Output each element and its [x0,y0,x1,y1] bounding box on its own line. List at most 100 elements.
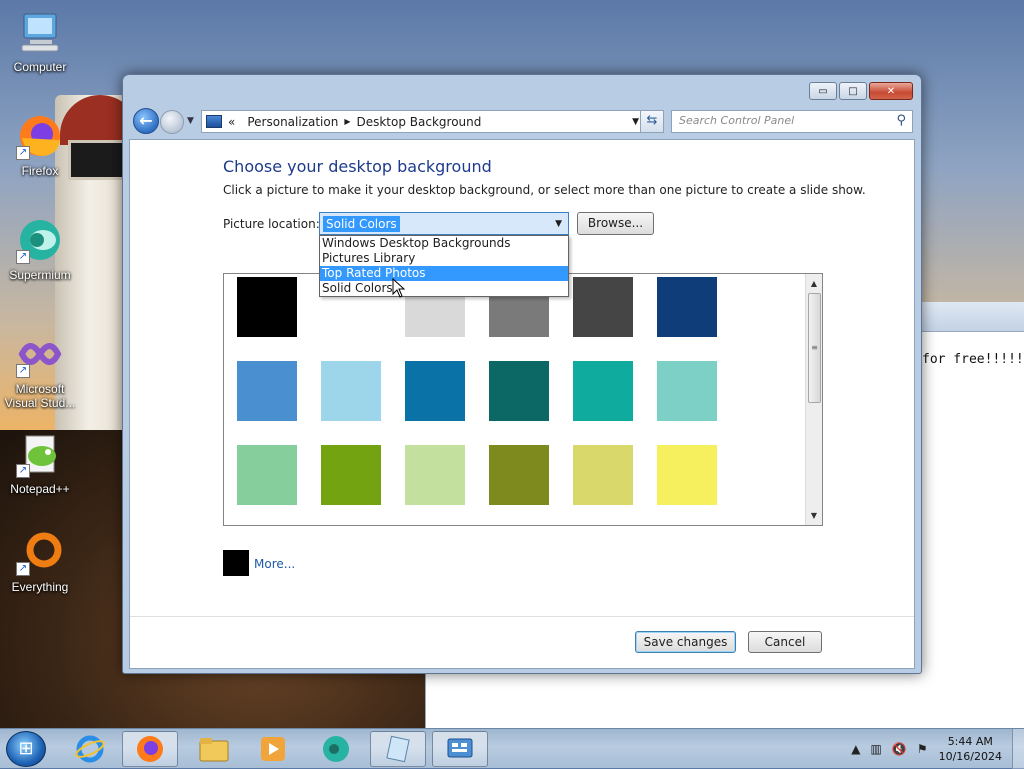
color-swatch[interactable] [321,361,381,421]
breadcrumb-desktop-background[interactable]: Desktop Background [356,115,481,129]
volume-muted-icon[interactable]: 🔇 [892,742,907,756]
color-swatch[interactable] [405,445,465,505]
navigation-bar: ← ▼ « Personalization ▶ Desktop Backgrou… [131,108,913,136]
notepad-icon [386,735,410,763]
breadcrumb-personalization[interactable]: Personalization [247,115,338,129]
picture-location-select[interactable]: Solid Colors ▼ [319,212,569,235]
color-swatch[interactable] [657,277,717,337]
start-button[interactable]: ⊞ [6,731,46,767]
network-icon[interactable]: ▥ [871,742,882,756]
supermium-icon: ↗ [16,216,64,264]
desktop-icon-everything[interactable]: ↗ Everything [0,528,80,594]
firefox-icon [137,736,163,762]
scroll-up-icon[interactable]: ▲ [806,276,822,291]
taskbar-control-panel[interactable] [432,731,488,767]
background-window-text: for free!!!!! [922,352,1024,367]
color-swatch[interactable] [237,277,297,337]
desktop-icon-label: Firefox [21,164,59,178]
minimize-button[interactable]: ▭ [809,82,837,100]
color-swatch[interactable] [489,361,549,421]
visual-studio-icon: ↗ [16,330,64,378]
background-window[interactable]: for free!!!!! [921,302,1024,727]
taskbar-notepad[interactable] [370,731,426,767]
clock[interactable]: 5:44 AM 10/16/2024 [939,734,1002,764]
control-panel-icon [447,738,473,758]
color-swatch[interactable] [573,361,633,421]
scrollbar-thumb[interactable]: ≡ [808,293,821,403]
recent-pages-dropdown[interactable]: ▼ [187,116,194,126]
desktop-icon-computer[interactable]: Computer [0,8,80,74]
color-swatch[interactable] [573,445,633,505]
address-overflow-chevron[interactable]: « [228,115,235,129]
back-arrow-icon: ← [139,111,153,130]
everything-icon: ↗ [16,528,64,576]
show-hidden-icons-icon[interactable]: ▲ [851,742,860,756]
scroll-down-icon[interactable]: ▼ [806,508,822,523]
shortcut-arrow-icon: ↗ [16,364,30,378]
media-player-icon [261,737,285,761]
action-center-flag-icon[interactable]: ⚑ [917,742,928,756]
color-swatch[interactable] [489,445,549,505]
dropdown-option-windows-desktop-backgrounds[interactable]: Windows Desktop Backgrounds [320,236,568,251]
taskbar-media-player[interactable] [245,731,301,767]
show-desktop-button[interactable] [1012,729,1024,769]
color-swatch[interactable] [321,445,381,505]
window-caption-buttons: ▭ □ ✕ [809,82,913,100]
computer-icon [16,8,64,56]
page-title: Choose your desktop background [223,157,492,176]
refresh-button[interactable]: ⇆ [640,110,664,133]
color-swatch[interactable] [657,361,717,421]
background-window-lower[interactable] [425,672,1024,728]
swatch-grid [237,277,717,505]
browse-button[interactable]: Browse... [577,212,654,235]
taskbar-internet-explorer[interactable] [62,731,118,767]
desktop-icon-firefox[interactable]: ↗ Firefox [0,112,80,178]
color-swatch[interactable] [237,361,297,421]
desktop-icon-label: Everything [11,580,69,594]
dropdown-option-top-rated-photos[interactable]: Top Rated Photos [320,266,568,281]
picture-location-label: Picture location: [223,217,320,231]
taskbar-supermium[interactable] [308,731,364,767]
shortcut-arrow-icon: ↗ [16,464,30,478]
desktop-icon-notepadpp[interactable]: ↗ Notepad++ [0,430,80,496]
refresh-icon: ⇆ [646,113,658,128]
vertical-scrollbar[interactable]: ▲ ≡ ▼ [805,274,822,525]
cancel-button[interactable]: Cancel [748,631,822,653]
color-swatch[interactable] [405,361,465,421]
supermium-icon [323,736,349,762]
address-bar[interactable]: « Personalization ▶ Desktop Background ▼ [201,110,646,133]
content-pane: Choose your desktop background Click a p… [129,139,915,669]
breadcrumb-separator-icon[interactable]: ▶ [344,117,350,126]
desktop-background-window: ▭ □ ✕ ← ▼ « Personalization ▶ Desktop Ba… [122,74,922,674]
shortcut-arrow-icon: ↗ [16,146,30,160]
dropdown-option-solid-colors[interactable]: Solid Colors [320,281,568,296]
save-changes-button[interactable]: Save changes [635,631,736,653]
search-input[interactable]: Search Control Panel ⚲ [671,110,913,133]
background-window-titlebar[interactable] [922,302,1024,332]
color-swatch[interactable] [657,445,717,505]
dropdown-option-pictures-library[interactable]: Pictures Library [320,251,568,266]
color-swatch[interactable] [237,445,297,505]
forward-button[interactable] [160,110,184,134]
shortcut-arrow-icon: ↗ [16,562,30,576]
back-button[interactable]: ← [133,108,159,134]
more-colors-link[interactable]: More... [254,557,295,571]
page-subtitle: Click a picture to make it your desktop … [223,183,866,197]
color-swatch[interactable] [573,277,633,337]
control-panel-icon [206,115,222,128]
desktop-icon-label: Notepad++ [10,482,70,496]
picture-location-value: Solid Colors [323,215,400,232]
picture-location-dropdown: Windows Desktop Backgrounds Pictures Lib… [319,235,569,297]
desktop-icon-visual-studio[interactable]: ↗ Microsoft Visual Stud... [0,330,80,410]
color-swatch-list: ▲ ≡ ▼ [223,273,823,526]
taskbar-firefox[interactable] [122,731,178,767]
chevron-down-icon[interactable]: ▼ [555,219,562,229]
desktop-icon-supermium[interactable]: ↗ Supermium [0,216,80,282]
maximize-button[interactable]: □ [839,82,867,100]
taskbar-file-explorer[interactable] [186,731,242,767]
search-icon[interactable]: ⚲ [896,113,906,128]
windows-logo-icon: ⊞ [18,738,34,759]
more-color-swatch[interactable] [223,550,249,576]
close-button[interactable]: ✕ [869,82,913,100]
address-dropdown-icon[interactable]: ▼ [632,117,639,127]
